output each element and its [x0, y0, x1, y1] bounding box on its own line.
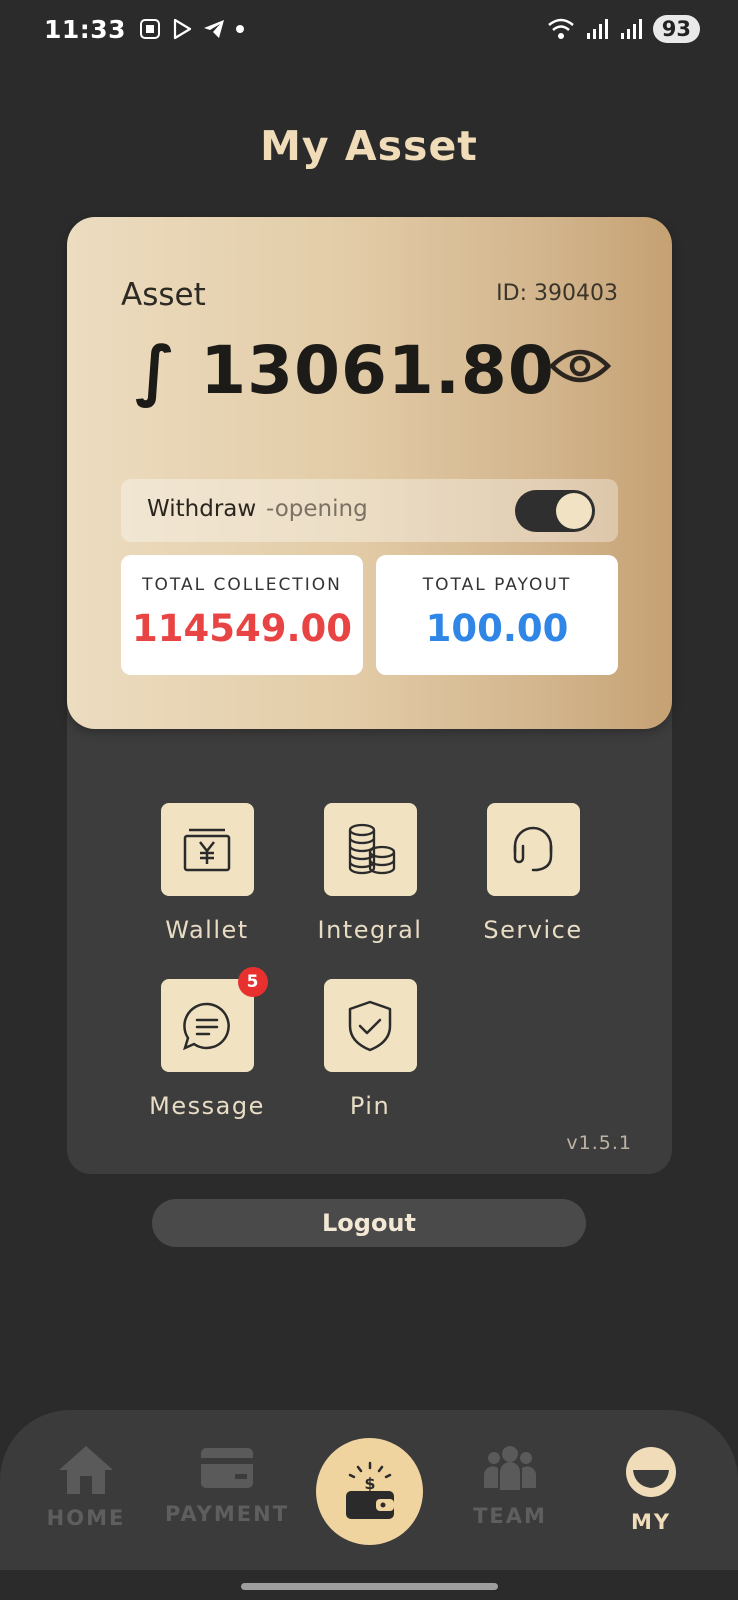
withdraw-label: Withdraw	[147, 496, 257, 522]
menu-tile-integral[interactable]	[323, 803, 417, 896]
center-wallet-button[interactable]: $	[316, 1438, 423, 1545]
team-icon	[484, 1446, 536, 1490]
total-payout-label: TOTAL PAYOUT	[422, 575, 572, 595]
app-version: v1.5.1	[566, 1132, 632, 1154]
menu-item-service[interactable]: Service	[458, 803, 608, 944]
headset-icon	[513, 826, 553, 871]
nav-home[interactable]: HOME	[21, 1444, 151, 1530]
eye-icon[interactable]	[549, 344, 611, 388]
svg-text:$: $	[364, 1474, 375, 1493]
total-collection-value: 114549.00	[131, 607, 352, 650]
menu-item-message[interactable]: 5 Message	[132, 967, 282, 1120]
menu-label-integral: Integral	[317, 916, 423, 944]
play-store-icon	[173, 18, 192, 40]
menu-item-integral[interactable]: Integral	[295, 803, 445, 944]
nav-label-home: HOME	[46, 1506, 126, 1530]
menu-tile-service[interactable]	[486, 803, 580, 896]
status-bar: 11:33 93	[0, 0, 738, 58]
battery-indicator: 93	[652, 15, 700, 43]
nav-my[interactable]: MY	[586, 1444, 716, 1534]
status-time: 11:33	[44, 14, 127, 44]
coins-icon	[348, 823, 396, 874]
asset-card: Asset ID: 390403 ∫ 13061.80 Withdraw -op…	[67, 217, 672, 729]
menu-tile-wallet[interactable]	[160, 803, 254, 896]
menu-label-wallet: Wallet	[165, 916, 249, 944]
asset-amount: ∫ 13061.80	[135, 332, 555, 409]
nav-label-payment: PAYMENT	[164, 1502, 290, 1526]
menu-tile-pin[interactable]	[323, 979, 417, 1072]
user-id: ID: 390403	[496, 281, 618, 306]
nav-team[interactable]: TEAM	[445, 1444, 575, 1528]
signal-icon	[586, 19, 608, 39]
nav-label-team: TEAM	[473, 1504, 547, 1528]
dot-icon	[236, 25, 245, 33]
total-payout-value: 100.00	[425, 607, 569, 650]
menu-label-message: Message	[149, 1092, 265, 1120]
home-icon	[59, 1446, 113, 1494]
logout-button[interactable]: Logout	[152, 1199, 586, 1247]
telegram-icon	[204, 20, 225, 38]
withdraw-status: -opening	[266, 496, 368, 522]
signal-2-icon	[620, 19, 642, 39]
nav-payment[interactable]: PAYMENT	[162, 1444, 292, 1526]
profile-icon	[626, 1447, 676, 1497]
wallet-yen-icon	[183, 828, 231, 871]
card-icon	[201, 1448, 253, 1488]
wifi-icon	[547, 18, 574, 39]
menu-panel: Wallet Integral Service 5 Message Pin v1…	[67, 660, 672, 1174]
menu-item-pin[interactable]: Pin	[295, 979, 445, 1120]
page-title: My Asset	[260, 122, 478, 170]
withdraw-row: Withdraw -opening	[121, 479, 618, 542]
wallet-money-icon: $	[345, 1461, 394, 1519]
withdraw-toggle[interactable]	[515, 490, 595, 532]
message-badge: 5	[237, 967, 268, 997]
shield-check-icon	[348, 1000, 392, 1051]
status-right: 93	[547, 15, 700, 43]
menu-tile-message[interactable]: 5	[160, 967, 268, 1072]
total-payout-box: TOTAL PAYOUT 100.00	[376, 555, 618, 675]
notification-icons	[138, 17, 246, 41]
home-indicator	[241, 1583, 498, 1590]
toggle-knob	[556, 493, 592, 529]
asset-label: Asset	[121, 277, 206, 313]
status-left: 11:33	[44, 15, 246, 44]
menu-label-pin: Pin	[349, 1092, 391, 1120]
total-collection-box: TOTAL COLLECTION 114549.00	[121, 555, 363, 675]
screenshot-icon	[140, 19, 161, 39]
total-collection-label: TOTAL COLLECTION	[142, 575, 342, 595]
nav-label-my: MY	[630, 1510, 672, 1534]
menu-item-wallet[interactable]: Wallet	[132, 803, 282, 944]
menu-label-service: Service	[483, 916, 583, 944]
chat-icon	[183, 1002, 230, 1050]
